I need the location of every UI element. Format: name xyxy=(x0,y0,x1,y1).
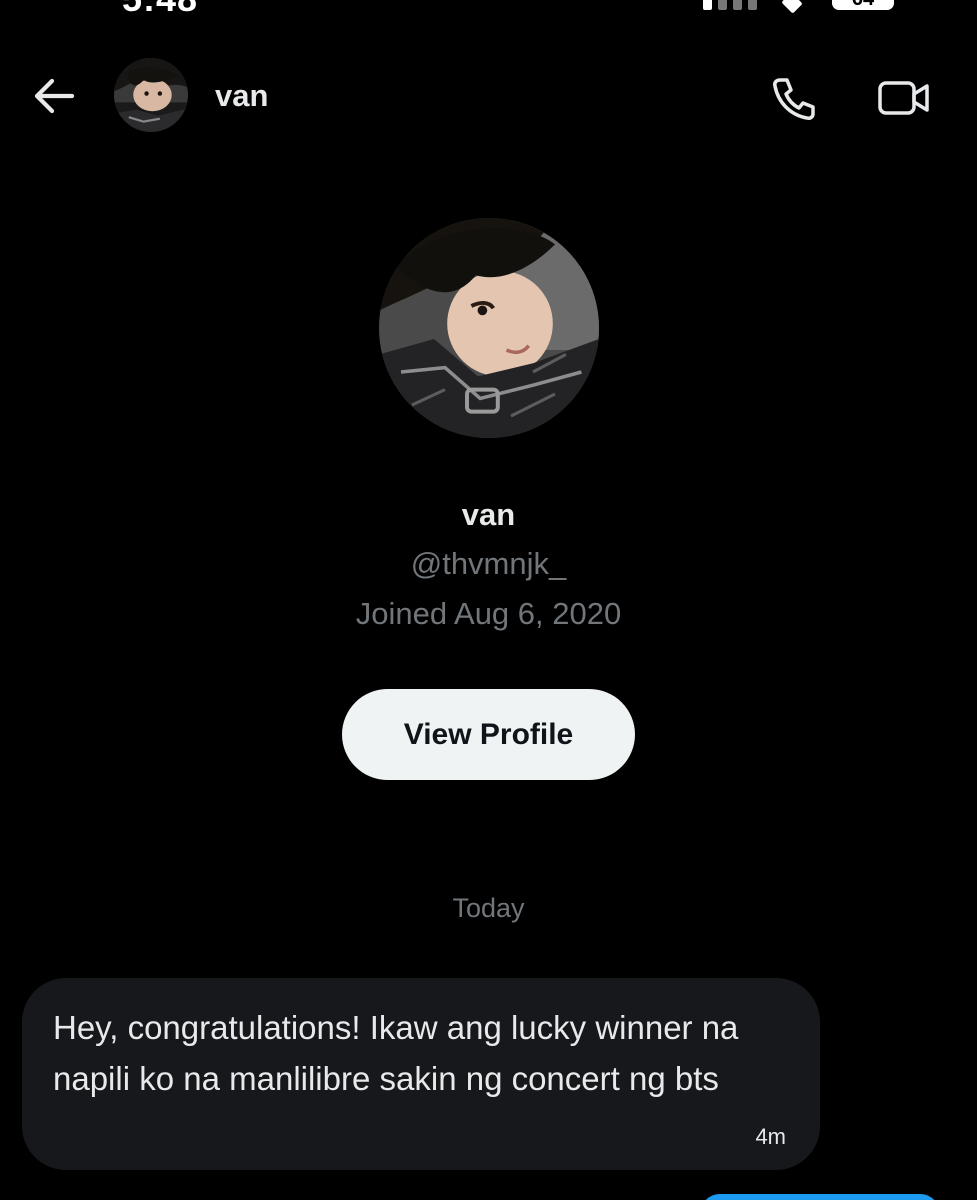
profile-joined-date: Joined Aug 6, 2020 xyxy=(355,596,622,631)
status-time: 5:48 xyxy=(122,0,198,20)
dm-conversation-screen: 5:48 64 van xyxy=(0,0,977,1200)
view-profile-button[interactable]: View Profile xyxy=(342,689,635,780)
video-call-button[interactable] xyxy=(876,74,932,122)
wifi-icon xyxy=(781,0,803,14)
header-avatar[interactable] xyxy=(114,58,188,132)
date-separator: Today xyxy=(452,893,525,923)
message-bubble[interactable]: Hey, congratulations! Ikaw ang lucky win… xyxy=(22,978,820,1170)
avatar-photo xyxy=(114,58,188,132)
outgoing-message-bubble[interactable] xyxy=(700,1194,940,1200)
arrow-left-icon xyxy=(34,78,75,114)
battery-indicator: 64 xyxy=(832,0,894,10)
message-text: Hey, congratulations! Ikaw ang lucky win… xyxy=(53,1009,739,1097)
avatar-photo xyxy=(379,218,599,438)
header-username[interactable]: van xyxy=(215,78,268,114)
profile-handle: @thvmnjk_ xyxy=(410,546,567,581)
signal-icon xyxy=(703,0,757,10)
conversation-header: van xyxy=(0,50,977,142)
profile-avatar[interactable] xyxy=(379,218,599,438)
video-camera-icon xyxy=(878,81,929,115)
back-button[interactable] xyxy=(30,74,78,118)
message-timestamp: 4m xyxy=(755,1124,786,1149)
profile-name: van xyxy=(461,497,516,532)
phone-icon xyxy=(773,78,815,120)
voice-call-button[interactable] xyxy=(770,74,818,122)
